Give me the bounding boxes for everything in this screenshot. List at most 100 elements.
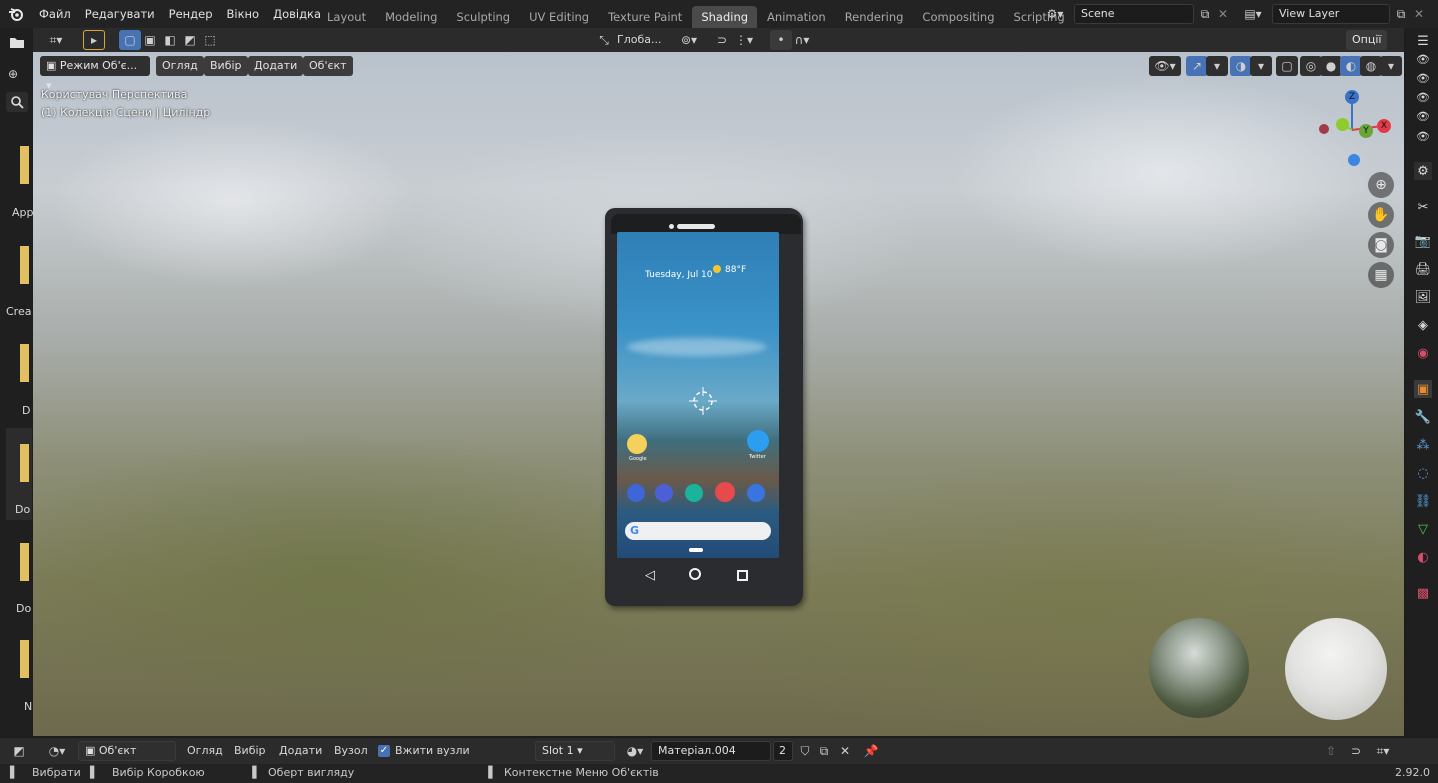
file-label[interactable]: App [12, 206, 34, 219]
xray-toggle-icon[interactable]: ▢ [1276, 56, 1298, 76]
eye-icon[interactable]: 👁 [1414, 69, 1432, 87]
menu-edit[interactable]: Редагувати [78, 0, 162, 28]
search-icon[interactable] [6, 92, 28, 112]
zoom-icon[interactable]: ⊕ [1368, 172, 1394, 198]
object-properties-icon[interactable]: ▣ [1414, 380, 1432, 398]
tool-settings-icon[interactable]: ⚙ [1414, 162, 1432, 180]
options-dropdown[interactable]: Опції [1346, 30, 1388, 50]
proportional-edit-icon[interactable]: • [770, 30, 792, 50]
select-box-new-icon[interactable]: ▢ [119, 30, 141, 50]
tab-shading[interactable]: Shading [692, 6, 758, 28]
modifier-properties-icon[interactable]: 🔧 [1414, 408, 1432, 426]
gizmo-y-neg-axis[interactable] [1336, 118, 1349, 131]
interaction-mode-select[interactable]: ▣ Режим Об'є... ▾ [40, 56, 150, 92]
menu-select[interactable]: Вибір [234, 744, 266, 757]
gizmo-z-axis[interactable]: Z [1345, 90, 1359, 104]
menu-add[interactable]: Додати [279, 744, 322, 757]
shader-object-select[interactable]: ▣ Об'єкт [78, 741, 176, 761]
visibility-toggle-icon[interactable]: 👁▾ [1149, 56, 1181, 76]
texture-properties-icon[interactable]: ▩ [1414, 584, 1432, 602]
particles-properties-icon[interactable]: ⁂ [1414, 436, 1432, 454]
shading-dropdown-icon[interactable]: ▾ [1380, 56, 1402, 76]
cursor-tool-icon[interactable]: ⊕ [2, 64, 24, 84]
folder-thumbnail[interactable] [20, 344, 29, 382]
file-browser-icon[interactable] [6, 32, 28, 52]
material-properties-icon[interactable]: ◐ [1414, 548, 1432, 566]
file-label[interactable]: Do [15, 503, 30, 516]
menu-window[interactable]: Вікно [220, 0, 267, 28]
unlink-material-icon[interactable]: ✕ [834, 741, 856, 761]
world-properties-icon[interactable]: ◉ [1414, 344, 1432, 362]
editor-type-icon[interactable]: ◩ [8, 741, 30, 761]
use-nodes-checkbox[interactable]: ✓ [378, 745, 390, 757]
tab-animation[interactable]: Animation [758, 6, 835, 28]
snap-target-icon[interactable]: ⋮▾ [733, 30, 755, 50]
tab-layout[interactable]: Layout [318, 6, 375, 28]
file-label[interactable]: D [22, 404, 30, 417]
parent-node-tree-icon[interactable]: ⇧ [1320, 741, 1342, 761]
eye-icon[interactable]: 👁 [1414, 88, 1432, 106]
menu-view[interactable]: Огляд [187, 744, 223, 757]
wireframe-shading-icon[interactable]: ◎ [1300, 56, 1322, 76]
output-properties-icon[interactable]: 🖨 [1414, 260, 1432, 278]
menu-object[interactable]: Об'єкт [303, 56, 353, 76]
eye-icon[interactable]: 👁 [1414, 107, 1432, 125]
tab-modeling[interactable]: Modeling [376, 6, 446, 28]
tab-compositing[interactable]: Compositing [913, 6, 1003, 28]
tab-texture-paint[interactable]: Texture Paint [599, 6, 691, 28]
overlays-toggle-icon[interactable]: ◑ [1230, 56, 1252, 76]
material-users-count[interactable]: 2 [773, 741, 793, 761]
menu-render[interactable]: Рендер [162, 0, 220, 28]
shader-type-icon[interactable]: ◔▾ [42, 741, 72, 761]
material-browse-icon[interactable]: ◕▾ [621, 741, 649, 761]
folder-thumbnail[interactable] [20, 444, 29, 482]
folder-thumbnail[interactable] [20, 543, 29, 581]
rendered-shading-icon[interactable]: ◍ [1360, 56, 1382, 76]
snap-toggle-icon[interactable]: ⊃ [711, 30, 733, 50]
select-box-subtract-icon[interactable]: ◧ [159, 30, 181, 50]
view-layer-selector-icon[interactable]: ▤▾ [1242, 4, 1264, 24]
physics-properties-icon[interactable]: ◌ [1414, 464, 1432, 482]
eye-icon[interactable]: 👁 [1414, 127, 1432, 145]
eye-icon[interactable]: 👁 [1414, 50, 1432, 68]
select-tool-icon[interactable]: ▸ [83, 30, 105, 50]
menu-select[interactable]: Вибір [204, 56, 248, 76]
view-layer-properties-icon[interactable]: 🖼 [1414, 288, 1432, 306]
tab-rendering[interactable]: Rendering [836, 6, 913, 28]
new-material-icon[interactable]: ⧉ [813, 741, 835, 761]
tab-uv-editing[interactable]: UV Editing [520, 6, 598, 28]
object-data-properties-icon[interactable]: ▽ [1414, 520, 1432, 538]
snap-element-icon[interactable]: ⌗▾ [1368, 741, 1398, 761]
pan-hand-icon[interactable]: ✋ [1368, 202, 1394, 228]
render-properties-icon[interactable]: 📷 [1414, 232, 1432, 250]
folder-thumbnail[interactable] [20, 640, 29, 678]
proportional-falloff-icon[interactable]: ∩▾ [791, 30, 813, 50]
material-slot-select[interactable]: Slot 1 ▾ [535, 741, 615, 761]
gizmo-y-axis[interactable]: Y [1359, 124, 1373, 138]
menu-add[interactable]: Додати [248, 56, 304, 76]
transform-orientation-select[interactable]: Глоба... [617, 33, 661, 46]
view-layer-field[interactable]: View Layer [1272, 4, 1390, 24]
blender-logo-icon[interactable] [0, 0, 32, 28]
material-preview-shading-icon[interactable]: ◐ [1340, 56, 1362, 76]
constraints-properties-icon[interactable]: ⛓ [1414, 492, 1432, 510]
scene-name-field[interactable]: Scene [1074, 4, 1194, 24]
file-label[interactable]: Crea [6, 305, 31, 318]
snap-icon[interactable]: ⊃ [1345, 741, 1367, 761]
outliner-icon[interactable]: ☰ [1414, 32, 1432, 50]
transform-orientation-icon[interactable]: ⤡ [593, 30, 615, 50]
solid-shading-icon[interactable]: ● [1320, 56, 1342, 76]
delete-scene-icon[interactable]: ✕ [1212, 4, 1234, 24]
camera-view-icon[interactable]: ◙ [1368, 232, 1394, 258]
pivot-point-icon[interactable]: ⊚▾ [678, 30, 700, 50]
active-tool-icon[interactable]: ✂ [1414, 198, 1432, 216]
menu-view[interactable]: Огляд [156, 56, 204, 76]
scene-selector-icon[interactable]: ⚙▾ [1044, 4, 1066, 24]
menu-node[interactable]: Вузол [334, 744, 368, 757]
select-box-extend-icon[interactable]: ▣ [139, 30, 161, 50]
select-box-invert-icon[interactable]: ◩ [179, 30, 201, 50]
navigation-gizmo[interactable]: Z Y X [1309, 88, 1391, 168]
gizmo-toggle-icon[interactable]: ↗ [1186, 56, 1208, 76]
file-label[interactable]: N [24, 700, 32, 713]
3d-viewport[interactable]: Tuesday, Jul 10 88°F Google Twitter G ◁ [33, 52, 1404, 736]
